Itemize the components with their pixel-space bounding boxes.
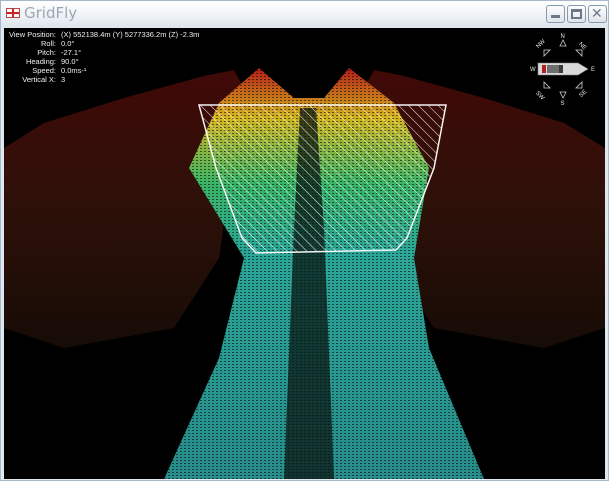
window-title: GridFly <box>24 4 78 22</box>
hud-row-speed: Speed: 0.0ms-¹ <box>6 66 199 75</box>
view-position-label: View Position: <box>9 30 56 39</box>
heading-label: Heading: <box>25 57 56 66</box>
hud-row-pitch: Pitch: -27.1° <box>6 48 199 57</box>
compass-s: S <box>561 101 565 106</box>
compass-w: W <box>530 67 536 73</box>
close-button[interactable]: ✕ <box>588 5 607 23</box>
maximize-icon <box>571 9 582 19</box>
minimize-button[interactable] <box>546 5 565 23</box>
compass-se: SE <box>578 89 588 99</box>
hud-row-vertical-x: Vertical X: 3 <box>6 75 199 84</box>
flag-icon <box>6 8 20 18</box>
compass-n: N <box>561 34 565 40</box>
speed-value: 0.0ms-¹ <box>61 66 87 75</box>
vertical-x-value: 3 <box>61 75 66 84</box>
view-position-value: (X) 552138.4m (Y) 5277336.2m (Z) -2.3m <box>61 30 200 39</box>
3d-viewport[interactable]: View Position: (X) 552138.4m (Y) 5277336… <box>4 28 605 479</box>
boat-heading-icon <box>537 62 589 76</box>
pitch-label: Pitch: <box>37 48 56 57</box>
speed-label: Speed: <box>32 66 56 75</box>
maximize-button[interactable] <box>567 5 586 23</box>
hud-row-heading: Heading: 90.0° <box>6 57 199 66</box>
gridfly-window: GridFly ✕ View Position: (X) 552138.4m (… <box>0 0 609 481</box>
pitch-value: -27.1° <box>61 48 82 57</box>
close-icon: ✕ <box>591 6 603 22</box>
minimize-icon <box>551 15 560 18</box>
point-cloud-scene[interactable] <box>4 28 605 479</box>
hud-row-view-position: View Position: (X) 552138.4m (Y) 5277336… <box>6 30 199 39</box>
hud-row-roll: Roll: 0.0° <box>6 39 199 48</box>
compass-sw: SW <box>534 90 545 101</box>
compass-nw: NW <box>535 38 547 50</box>
compass-e: E <box>591 67 595 73</box>
vertical-x-label: Vertical X: <box>22 75 56 84</box>
compass-rose-icon: N S W E NW NE SW SE <box>530 34 595 106</box>
heading-value: 90.0° <box>61 57 79 66</box>
roll-label: Roll: <box>40 39 56 48</box>
hud-panel: View Position: (X) 552138.4m (Y) 5277336… <box>6 30 199 84</box>
title-bar[interactable]: GridFly ✕ <box>1 1 608 27</box>
roll-value: 0.0° <box>61 39 75 48</box>
